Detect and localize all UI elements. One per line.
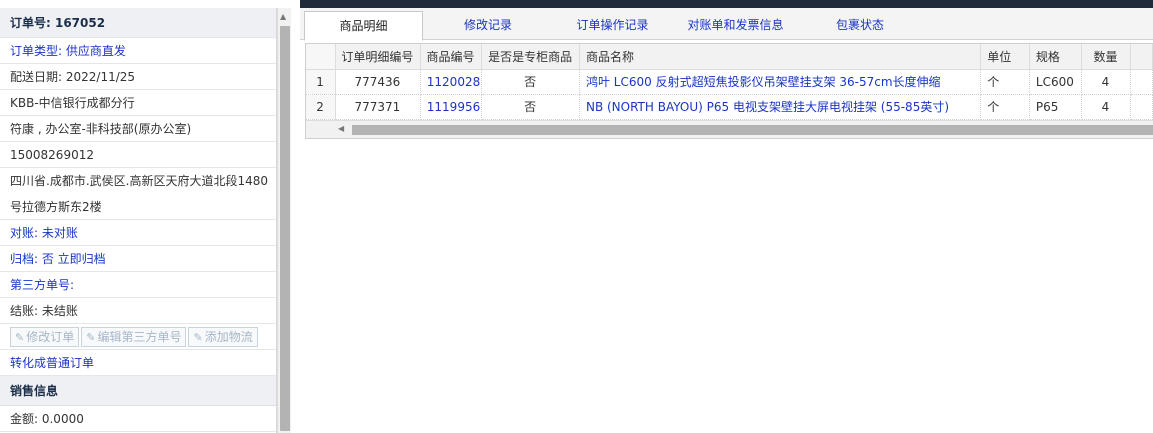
archive-status[interactable]: 归档: 否 立即归档 — [0, 246, 276, 272]
qty-cell: 4 — [1081, 94, 1132, 120]
phone-number: 15008269012 — [0, 142, 276, 168]
tab-product-details[interactable]: 商品明细 — [304, 11, 423, 41]
panel-gap — [291, 8, 299, 433]
edit-icon: ✎ — [193, 331, 203, 344]
row-index: 2 — [306, 94, 337, 120]
tab-operation-log[interactable]: 订单操作记录 — [550, 11, 675, 39]
arrow-left-icon[interactable]: ◀ — [338, 124, 344, 133]
address-line-1: 四川省.成都市.武侯区.高新区天府大道北段1480 — [10, 174, 268, 188]
spec-cell: P65 — [1029, 94, 1082, 120]
third-party-number: 第三方单号: — [0, 272, 276, 298]
col-header-index — [306, 44, 337, 70]
settlement-status: 结账: 未结账 — [0, 298, 276, 324]
col-header-product-name[interactable]: 商品名称 — [579, 44, 982, 70]
col-header-unit[interactable]: 单位 — [980, 44, 1030, 70]
tab-package-status[interactable]: 包裹状态 — [800, 11, 920, 39]
convert-order-link[interactable]: 转化成普通订单 — [0, 350, 276, 376]
col-header-product-id[interactable]: 商品编号 — [420, 44, 483, 70]
filler-cell — [1130, 94, 1153, 120]
modify-order-button[interactable]: ✎ 修改订单 — [10, 327, 80, 347]
counter-cell: 否 — [481, 69, 580, 95]
product-name-link[interactable]: 鸿叶 LC600 反射式超短焦投影仪吊架壁挂支架 36-57cm长度伸缩 — [579, 69, 982, 95]
row-index: 1 — [306, 69, 337, 95]
branch-name: KBB-中信银行成都分行 — [0, 90, 276, 116]
unit-cell: 个 — [980, 69, 1030, 95]
edit-third-party-button[interactable]: ✎ 编辑第三方单号 — [81, 327, 187, 347]
contact-info: 符康 , 办公室-非科技部(原办公室) — [0, 116, 276, 142]
product-table: 订单明细编号 商品编号 是否是专柜商品 商品名称 单位 规格 数量 1 7774… — [306, 44, 1153, 120]
order-number: 订单号: 167052 — [0, 8, 276, 38]
sales-amount: 金额: 0.0000 — [0, 406, 276, 432]
tab-bar: 商品明细 修改记录 订单操作记录 对账单和发票信息 包裹状态 — [300, 8, 1153, 41]
detail-id-cell: 777436 — [335, 69, 421, 95]
edit-icon: ✎ — [86, 331, 96, 344]
order-type: 订单类型: 供应商直发 — [0, 38, 276, 64]
product-name-link[interactable]: NB (NORTH BAYOU) P65 电视支架壁挂大屏电视挂架 (55-85… — [579, 94, 982, 120]
col-header-detail-id[interactable]: 订单明细编号 — [335, 44, 421, 70]
col-header-spec[interactable]: 规格 — [1029, 44, 1082, 70]
counter-cell: 否 — [481, 94, 580, 120]
address-line-2: 号拉德方斯东2楼 — [10, 200, 102, 214]
col-header-filler — [1130, 44, 1153, 70]
reconcile-status: 对账: 未对账 — [0, 220, 276, 246]
detail-panel: 商品明细 修改记录 订单操作记录 对账单和发票信息 包裹状态 订单明细编号 商品… — [300, 8, 1153, 433]
tab-modify-log[interactable]: 修改记录 — [428, 11, 548, 39]
table-row[interactable]: 1 777436 1120028 否 鸿叶 LC600 反射式超短焦投影仪吊架壁… — [306, 69, 1153, 95]
col-header-counter[interactable]: 是否是专柜商品 — [481, 44, 580, 70]
add-logistics-button[interactable]: ✎ 添加物流 — [188, 327, 258, 347]
product-id-link[interactable]: 1119956 — [420, 94, 483, 120]
grid-scrollbar-thumb[interactable] — [352, 125, 1153, 135]
sales-info-title: 销售信息 — [0, 376, 276, 406]
spec-cell: LC600 — [1029, 69, 1082, 95]
table-header-row: 订单明细编号 商品编号 是否是专柜商品 商品名称 单位 规格 数量 — [306, 44, 1153, 70]
grid-horizontal-scrollbar[interactable]: ◀ — [306, 120, 1153, 138]
left-scrollbar[interactable]: ▲ — [277, 8, 291, 433]
edit-icon: ✎ — [15, 331, 25, 344]
col-header-qty[interactable]: 数量 — [1081, 44, 1132, 70]
qty-cell: 4 — [1081, 69, 1132, 95]
action-buttons: ✎ 修改订单 ✎ 编辑第三方单号 ✎ 添加物流 — [0, 324, 276, 350]
product-grid: 订单明细编号 商品编号 是否是专柜商品 商品名称 单位 规格 数量 1 7774… — [305, 43, 1153, 139]
filler-cell — [1130, 69, 1153, 95]
order-info-panel: 订单号: 167052 订单类型: 供应商直发 配送日期: 2022/11/25… — [0, 8, 277, 433]
arrow-up-icon[interactable]: ▲ — [280, 12, 286, 21]
table-row[interactable]: 2 777371 1119956 否 NB (NORTH BAYOU) P65 … — [306, 94, 1153, 120]
product-id-link[interactable]: 1120028 — [420, 69, 483, 95]
tab-reconcile-invoice[interactable]: 对账单和发票信息 — [673, 11, 798, 39]
unit-cell: 个 — [980, 94, 1030, 120]
left-scrollbar-thumb[interactable] — [280, 26, 290, 431]
detail-id-cell: 777371 — [335, 94, 421, 120]
address: 四川省.成都市.武侯区.高新区天府大道北段1480 号拉德方斯东2楼 — [0, 168, 276, 220]
top-bar-dark — [300, 0, 1153, 8]
top-bar — [0, 0, 1153, 8]
delivery-date: 配送日期: 2022/11/25 — [0, 64, 276, 90]
